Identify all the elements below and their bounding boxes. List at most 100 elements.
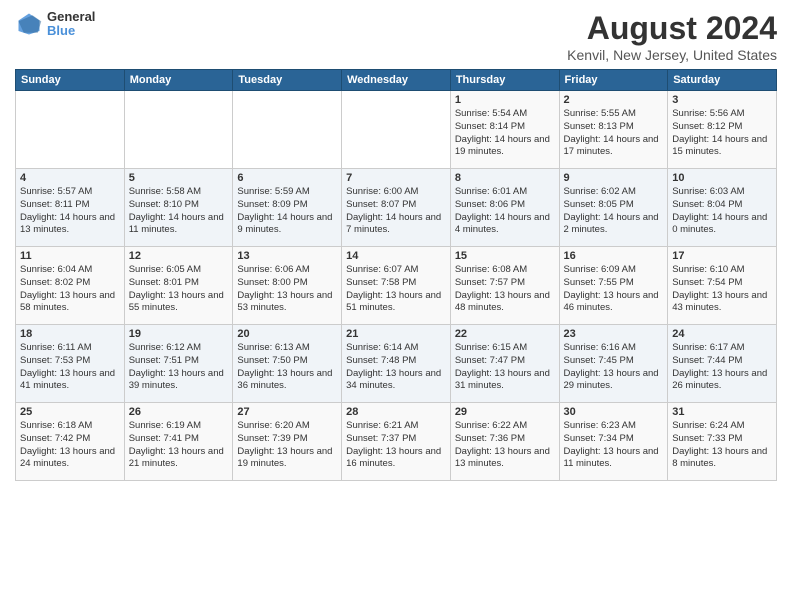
page: General Blue August 2024 Kenvil, New Jer… [0,0,792,612]
day-cell: 11 Sunrise: 6:04 AM Sunset: 8:02 PM Dayli… [16,247,125,325]
day-info: Sunrise: 6:14 AM Sunset: 7:48 PM Dayligh… [346,342,446,393]
logo-line1: General [47,10,95,24]
header: General Blue August 2024 Kenvil, New Jer… [15,10,777,63]
day-info: Sunrise: 6:08 AM Sunset: 7:57 PM Dayligh… [455,264,555,315]
calendar-table: SundayMondayTuesdayWednesdayThursdayFrid… [15,69,777,481]
day-cell [16,91,125,169]
day-info: Sunrise: 6:05 AM Sunset: 8:01 PM Dayligh… [129,264,229,315]
day-number: 25 [20,406,120,418]
day-info: Sunrise: 6:04 AM Sunset: 8:02 PM Dayligh… [20,264,120,315]
week-row-4: 25Sunrise: 6:18 AM Sunset: 7:42 PM Dayli… [16,403,777,481]
day-number: 6 [237,172,337,184]
day-number: 7 [346,172,446,184]
day-cell: 30 Sunrise: 6:23 AM Sunset: 7:34 PM Dayli… [559,403,668,481]
day-number: 20 [237,328,337,340]
day-number: 10 [672,172,772,184]
day-number: 26 [129,406,229,418]
day-number: 27 [237,406,337,418]
day-number: 16 [564,250,664,262]
day-info: Sunrise: 5:56 AM Sunset: 8:12 PM Dayligh… [672,108,772,159]
week-row-3: 18Sunrise: 6:11 AM Sunset: 7:53 PM Dayli… [16,325,777,403]
day-cell: 5Sunrise: 5:58 AM Sunset: 8:10 PM Daylig… [124,169,233,247]
day-cell: 16 Sunrise: 6:09 AM Sunset: 7:55 PM Dayli… [559,247,668,325]
title-area: August 2024 Kenvil, New Jersey, United S… [567,10,777,63]
day-number: 19 [129,328,229,340]
day-info: Sunrise: 6:17 AM Sunset: 7:44 PM Dayligh… [672,342,772,393]
day-cell: 14 Sunrise: 6:07 AM Sunset: 7:58 PM Dayli… [342,247,451,325]
day-cell: 19 Sunrise: 6:12 AM Sunset: 7:51 PM Dayli… [124,325,233,403]
day-cell: 25Sunrise: 6:18 AM Sunset: 7:42 PM Dayli… [16,403,125,481]
day-info: Sunrise: 6:19 AM Sunset: 7:41 PM Dayligh… [129,420,229,471]
day-cell: 12Sunrise: 6:05 AM Sunset: 8:01 PM Dayli… [124,247,233,325]
day-cell: 1Sunrise: 5:54 AM Sunset: 8:14 PM Daylig… [450,91,559,169]
day-info: Sunrise: 6:23 AM Sunset: 7:34 PM Dayligh… [564,420,664,471]
calendar-header: SundayMondayTuesdayWednesdayThursdayFrid… [16,70,777,91]
day-info: Sunrise: 5:57 AM Sunset: 8:11 PM Dayligh… [20,186,120,237]
day-cell [342,91,451,169]
day-number: 24 [672,328,772,340]
day-info: Sunrise: 6:20 AM Sunset: 7:39 PM Dayligh… [237,420,337,471]
day-cell: 8 Sunrise: 6:01 AM Sunset: 8:06 PM Daylig… [450,169,559,247]
day-cell: 9Sunrise: 6:02 AM Sunset: 8:05 PM Daylig… [559,169,668,247]
day-number: 31 [672,406,772,418]
week-row-1: 4Sunrise: 5:57 AM Sunset: 8:11 PM Daylig… [16,169,777,247]
day-cell: 4Sunrise: 5:57 AM Sunset: 8:11 PM Daylig… [16,169,125,247]
subtitle: Kenvil, New Jersey, United States [567,47,777,63]
weekday-thursday: Thursday [450,70,559,91]
day-number: 29 [455,406,555,418]
day-info: Sunrise: 6:01 AM Sunset: 8:06 PM Dayligh… [455,186,555,237]
day-number: 15 [455,250,555,262]
day-number: 11 [20,250,120,262]
day-number: 2 [564,94,664,106]
day-number: 13 [237,250,337,262]
day-info: Sunrise: 6:21 AM Sunset: 7:37 PM Dayligh… [346,420,446,471]
day-info: Sunrise: 6:07 AM Sunset: 7:58 PM Dayligh… [346,264,446,315]
day-cell: 28 Sunrise: 6:21 AM Sunset: 7:37 PM Dayli… [342,403,451,481]
day-cell: 7 Sunrise: 6:00 AM Sunset: 8:07 PM Daylig… [342,169,451,247]
day-number: 1 [455,94,555,106]
weekday-wednesday: Wednesday [342,70,451,91]
day-number: 8 [455,172,555,184]
logo-icon [15,10,43,38]
day-info: Sunrise: 5:58 AM Sunset: 8:10 PM Dayligh… [129,186,229,237]
day-number: 30 [564,406,664,418]
day-cell: 21Sunrise: 6:14 AM Sunset: 7:48 PM Dayli… [342,325,451,403]
day-cell: 6 Sunrise: 5:59 AM Sunset: 8:09 PM Daylig… [233,169,342,247]
weekday-monday: Monday [124,70,233,91]
day-number: 23 [564,328,664,340]
day-info: Sunrise: 6:24 AM Sunset: 7:33 PM Dayligh… [672,420,772,471]
day-info: Sunrise: 6:06 AM Sunset: 8:00 PM Dayligh… [237,264,337,315]
day-number: 3 [672,94,772,106]
day-info: Sunrise: 6:09 AM Sunset: 7:55 PM Dayligh… [564,264,664,315]
day-info: Sunrise: 6:16 AM Sunset: 7:45 PM Dayligh… [564,342,664,393]
day-number: 14 [346,250,446,262]
day-cell: 2Sunrise: 5:55 AM Sunset: 8:13 PM Daylig… [559,91,668,169]
logo: General Blue [15,10,95,39]
day-number: 22 [455,328,555,340]
day-cell: 31 Sunrise: 6:24 AM Sunset: 7:33 PM Dayli… [668,403,777,481]
day-info: Sunrise: 6:00 AM Sunset: 8:07 PM Dayligh… [346,186,446,237]
week-row-0: 1Sunrise: 5:54 AM Sunset: 8:14 PM Daylig… [16,91,777,169]
day-info: Sunrise: 5:59 AM Sunset: 8:09 PM Dayligh… [237,186,337,237]
day-cell: 3 Sunrise: 5:56 AM Sunset: 8:12 PM Daylig… [668,91,777,169]
day-cell: 23 Sunrise: 6:16 AM Sunset: 7:45 PM Dayli… [559,325,668,403]
day-cell [124,91,233,169]
day-cell: 26 Sunrise: 6:19 AM Sunset: 7:41 PM Dayli… [124,403,233,481]
weekday-header-row: SundayMondayTuesdayWednesdayThursdayFrid… [16,70,777,91]
day-cell: 17Sunrise: 6:10 AM Sunset: 7:54 PM Dayli… [668,247,777,325]
day-cell: 15 Sunrise: 6:08 AM Sunset: 7:57 PM Dayli… [450,247,559,325]
day-cell: 27 Sunrise: 6:20 AM Sunset: 7:39 PM Dayli… [233,403,342,481]
day-info: Sunrise: 6:12 AM Sunset: 7:51 PM Dayligh… [129,342,229,393]
day-info: Sunrise: 6:22 AM Sunset: 7:36 PM Dayligh… [455,420,555,471]
day-cell: 24 Sunrise: 6:17 AM Sunset: 7:44 PM Dayli… [668,325,777,403]
calendar-body: 1Sunrise: 5:54 AM Sunset: 8:14 PM Daylig… [16,91,777,481]
day-number: 28 [346,406,446,418]
day-info: Sunrise: 6:02 AM Sunset: 8:05 PM Dayligh… [564,186,664,237]
week-row-2: 11 Sunrise: 6:04 AM Sunset: 8:02 PM Dayli… [16,247,777,325]
day-cell: 20Sunrise: 6:13 AM Sunset: 7:50 PM Dayli… [233,325,342,403]
day-cell: 18Sunrise: 6:11 AM Sunset: 7:53 PM Dayli… [16,325,125,403]
logo-text: General Blue [47,10,95,39]
weekday-sunday: Sunday [16,70,125,91]
main-title: August 2024 [567,10,777,47]
day-cell: 13 Sunrise: 6:06 AM Sunset: 8:00 PM Dayli… [233,247,342,325]
